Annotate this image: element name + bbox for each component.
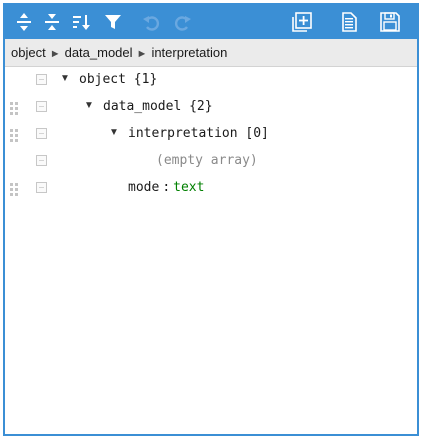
breadcrumb-separator: ► [49,48,61,60]
empty-array-placeholder: (empty array) [156,153,258,168]
child-count: [0] [245,126,269,141]
tree-row-data-model: ▼ data_model {2} [5,94,417,121]
context-menu-button[interactable] [36,155,47,166]
child-count: {2} [189,99,213,114]
filter-icon [105,15,121,29]
breadcrumb-item-object[interactable]: object [11,45,46,60]
redo-icon [175,16,191,31]
drag-handle-icon[interactable] [10,129,20,142]
undo-button[interactable] [139,10,163,34]
node-label: data_model {2} [103,99,213,114]
breadcrumb: object ► data_model ► interpretation [5,39,417,67]
field-name[interactable]: mode [128,180,159,195]
collapse-all-button[interactable] [40,10,64,34]
breadcrumb-separator: ► [136,48,148,60]
json-editor: object ► data_model ► interpretation ▼ objec… [3,3,419,436]
node-label: mode: text [128,180,204,195]
expand-all-icon [17,13,31,31]
node-label: interpretation [0] [128,126,269,141]
collapse-all-icon [45,14,59,30]
context-menu-button[interactable] [36,101,47,112]
context-menu-button[interactable] [36,182,47,193]
add-button[interactable] [290,10,314,34]
drag-handle-icon[interactable] [10,183,20,196]
key-value-separator: : [162,180,171,195]
redo-button[interactable] [171,10,195,34]
toolbar [5,5,417,39]
tree-row-mode: mode: text [5,175,417,202]
save-icon [380,12,400,32]
tree-row-object: ▼ object {1} [5,67,417,94]
filter-button[interactable] [101,10,125,34]
undo-icon [143,16,159,31]
sort-icon [73,15,90,30]
tree-row-interpretation: ▼ interpretation [0] [5,121,417,148]
save-button[interactable] [378,10,402,34]
drag-handle-icon[interactable] [10,102,20,115]
copy-icon [342,12,357,32]
expand-toggle-icon[interactable]: ▼ [60,73,70,84]
field-value[interactable]: text [173,180,204,195]
context-menu-button[interactable] [36,128,47,139]
node-label: object {1} [79,72,157,87]
expand-toggle-icon[interactable]: ▼ [109,127,119,138]
add-icon [292,12,312,32]
tree-row-empty: (empty array) [5,148,417,175]
expand-all-button[interactable] [12,10,36,34]
expand-toggle-icon[interactable]: ▼ [84,100,94,111]
field-name[interactable]: object [79,72,126,87]
context-menu-button[interactable] [36,74,47,85]
copy-button[interactable] [337,10,361,34]
field-name[interactable]: data_model [103,99,181,114]
child-count: {1} [133,72,158,87]
breadcrumb-item-interpretation[interactable]: interpretation [151,45,227,60]
field-name[interactable]: interpretation [128,126,238,141]
breadcrumb-item-data-model[interactable]: data_model [65,45,133,60]
sort-button[interactable] [69,10,93,34]
